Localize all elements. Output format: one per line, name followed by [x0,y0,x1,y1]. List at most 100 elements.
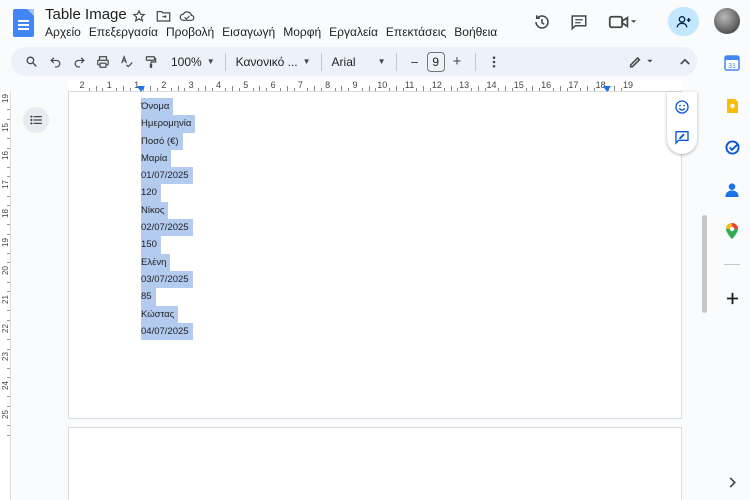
ruler-number: 1 [106,80,112,90]
menu-extensions[interactable]: Επεκτάσεις [386,24,446,40]
menu-file[interactable]: Αρχείο [45,24,81,40]
editing-mode-pencil-icon[interactable] [625,50,659,74]
tasks-icon[interactable] [724,139,740,155]
suggest-edits-icon[interactable] [673,128,691,146]
ruler-tick [7,166,10,168]
font-value: Arial [331,54,356,69]
text-line: 85 [141,288,195,306]
ruler-number: 15 [1,122,10,132]
menu-insert[interactable]: Εισαγωγή [222,24,275,40]
redo-icon[interactable] [67,50,91,74]
document-page[interactable]: Όνομα Ημερομηνία Ποσό (€) Μαρία 01/07/20… [68,92,682,419]
ruler-tick [423,86,425,91]
ruler-number: 20 [1,266,10,276]
history-icon[interactable] [529,9,555,35]
ruler-tick [443,88,445,91]
text-line: Όνομα [141,98,195,116]
chevron-down-icon: ▼ [302,57,311,66]
ruler-tick [7,262,10,264]
menu-edit[interactable]: Επεξεργασία [89,24,158,40]
print-icon[interactable] [91,50,115,74]
decrease-font-size-button[interactable]: − [403,50,427,74]
ruler-tick [334,88,336,91]
document-page[interactable] [68,427,682,500]
side-panel-rail: 31 [715,45,750,500]
increase-font-size-button[interactable]: + [445,50,469,74]
text-line: Νίκος [141,201,195,220]
text-line: Μαρία [141,149,195,168]
avatar[interactable] [714,8,740,34]
share-person-add-icon[interactable] [668,7,699,36]
ruler-tick [395,86,397,91]
text-line: 03/07/2025 [141,270,195,289]
ruler-tick [116,88,118,91]
ruler-tick [7,310,10,312]
add-icon[interactable] [724,290,740,306]
document-outline-icon[interactable] [23,107,49,133]
text-line: Ελένη [141,253,195,271]
ruler-tick [525,88,527,91]
font-size-input[interactable]: 9 [426,51,445,72]
spellcheck-icon[interactable] [115,50,139,74]
ruler-tick [7,138,10,140]
ruler-tick [7,319,10,321]
menu-view[interactable]: Προβολή [166,24,214,40]
ruler-number: 8 [325,80,331,90]
horizontal-ruler[interactable]: 2 1 1 2 3 4 5 6 7 8 9 10 11 12 13 14 15 16 17 18 19 [68,80,682,92]
menu-tools[interactable]: Εργαλεία [329,24,378,40]
ruler-tick [7,176,10,178]
ruler-tick [559,86,561,91]
ruler-tick [7,281,10,283]
star-icon[interactable] [130,7,148,25]
menu-format[interactable]: Μορφή [283,24,321,40]
expand-icon[interactable] [724,474,740,490]
ruler-tick [7,348,10,350]
emoji-reaction-icon[interactable] [673,98,691,116]
text-line: 01/07/2025 [141,167,195,185]
cloud-saved-icon[interactable] [178,7,196,25]
maps-icon[interactable] [724,223,740,239]
paragraph-style-select[interactable]: Κανονικό ... ▼ [232,55,315,69]
zoom-select[interactable]: 100% ▼ [167,55,219,69]
text-line: 04/07/2025 [141,322,195,341]
ruler-tick [252,88,254,91]
ruler-tick [88,88,90,91]
ruler-number: 7 [297,80,303,90]
ruler-number: 14 [486,80,497,90]
docs-logo-icon[interactable] [13,9,34,37]
ruler-number: 22 [1,323,10,333]
ruler-tick [7,339,10,341]
document-body[interactable]: Όνομα Ημερομηνία Ποσό (€) Μαρία 01/07/20… [141,98,196,341]
ruler-tick [95,86,97,91]
contacts-icon[interactable] [724,181,740,197]
paint-format-icon[interactable] [139,50,163,74]
ruler-tick [225,88,227,91]
more-options-icon[interactable] [482,50,506,74]
keep-icon[interactable] [724,98,740,114]
ruler-tick [7,233,10,235]
font-select[interactable]: Arial ▼ [328,55,390,69]
ruler-number: 3 [188,80,194,90]
ruler-tick [498,88,500,91]
undo-icon[interactable] [43,50,67,74]
menu-help[interactable]: Βοήθεια [454,24,497,40]
search-menus-icon[interactable] [19,50,43,74]
ruler-tick [7,434,10,436]
calendar-icon[interactable]: 31 [724,55,740,71]
ruler-tick [7,405,10,407]
ruler-tick [614,86,616,91]
ruler-number: 2 [79,80,85,90]
ruler-number: 18 [1,208,10,218]
comments-icon[interactable] [566,9,592,35]
vertical-scrollbar[interactable] [702,215,707,313]
document-title[interactable]: Table Image [45,6,127,23]
move-to-folder-icon[interactable] [154,7,172,25]
ruler-tick [7,224,10,226]
collapse-menus-icon[interactable] [673,50,697,74]
text-line: Ποσό (€) [141,132,195,150]
ruler-number: 4 [215,80,221,90]
ruler-number: 12 [431,80,442,90]
meet-icon[interactable] [605,9,641,35]
ruler-number: 11 [404,80,415,90]
ruler-tick [532,86,534,91]
